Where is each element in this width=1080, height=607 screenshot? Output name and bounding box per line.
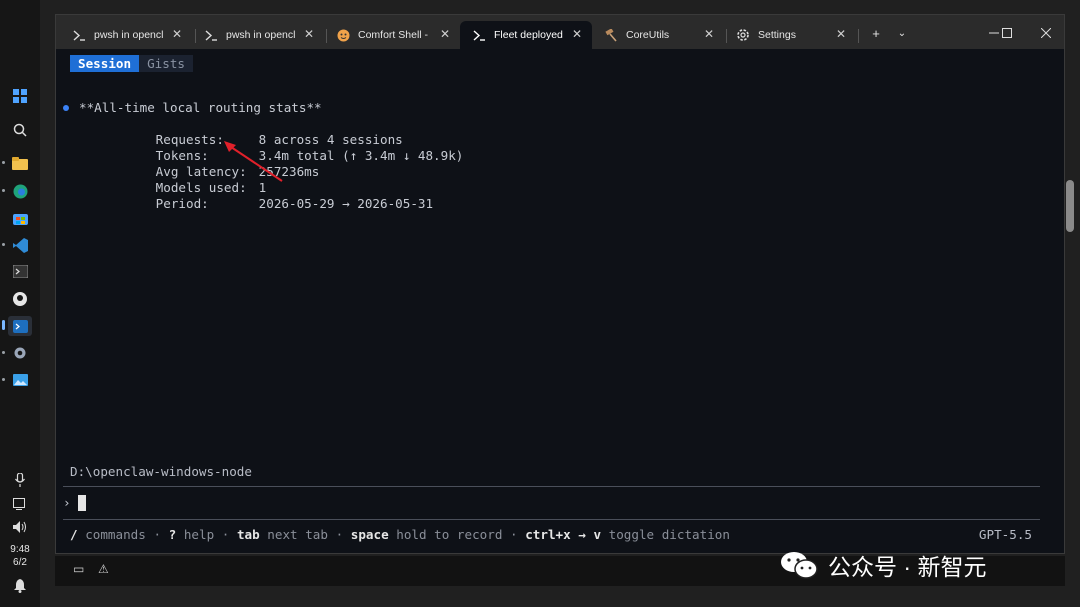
divider xyxy=(63,519,1040,520)
watermark-text: 公众号 · 新智元 xyxy=(828,554,987,580)
terminal-window: pwsh in opencl ✕ pwsh in opencl ✕ Comfor… xyxy=(55,14,1065,554)
close-icon[interactable]: ✕ xyxy=(572,27,582,41)
tab-label: pwsh in opencl xyxy=(94,29,164,41)
close-icon[interactable]: ✕ xyxy=(440,27,450,41)
scrollbar-thumb[interactable] xyxy=(1066,180,1074,232)
display-icon[interactable] xyxy=(10,494,30,514)
gear-icon xyxy=(736,28,750,42)
close-icon[interactable]: ✕ xyxy=(304,27,314,41)
tab-pwsh-2[interactable]: pwsh in opencl ✕ xyxy=(192,21,324,49)
taskbar-running-indicator xyxy=(2,378,5,381)
stat-row-requests: Requests: 8 across 4 sessions xyxy=(95,116,403,147)
tab-settings[interactable]: Settings ✕ xyxy=(724,21,856,49)
close-icon[interactable]: ✕ xyxy=(836,27,846,41)
prompt-symbol: › xyxy=(63,495,71,510)
powershell-icon xyxy=(204,28,218,42)
keyboard-hints: / commands · ? help · tab next tab · spa… xyxy=(70,527,730,542)
taskbar-running-indicator xyxy=(2,189,5,192)
store-icon[interactable] xyxy=(10,208,30,228)
volume-icon[interactable] xyxy=(10,517,30,537)
tab-fleet-deployed[interactable]: Fleet deployed ✕ xyxy=(460,21,592,49)
taskbar-running-indicator xyxy=(2,161,5,164)
taskbar-running-indicator xyxy=(2,351,5,354)
tab-divider xyxy=(858,29,859,43)
maximize-button[interactable] xyxy=(997,23,1017,43)
search-icon[interactable] xyxy=(10,120,30,140)
panel-icon[interactable]: ▭ xyxy=(73,562,84,576)
settings-icon[interactable] xyxy=(10,343,30,363)
wechat-icon xyxy=(781,552,818,579)
microphone-icon[interactable] xyxy=(10,470,30,490)
clock-date[interactable]: 6/2 xyxy=(0,557,40,569)
desktop: 9:48 6/2 pwsh in opencl ✕ pwsh in opencl… xyxy=(0,0,1080,607)
tab-dropdown-chevron-icon[interactable]: ⌄ xyxy=(892,23,912,43)
current-directory: D:\openclaw-windows-node xyxy=(70,464,252,479)
warning-icon[interactable]: ⚠ xyxy=(98,562,109,576)
session-mode-tab[interactable]: Session xyxy=(70,55,140,72)
tab-label: Settings xyxy=(758,29,796,41)
tab-coreutils[interactable]: CoreUtils ✕ xyxy=(592,21,724,49)
windows-icon[interactable] xyxy=(10,86,30,106)
vscode-icon[interactable] xyxy=(10,235,30,255)
terminal-active-icon[interactable] xyxy=(8,316,32,336)
divider xyxy=(63,486,1040,487)
text-cursor[interactable] xyxy=(78,495,86,511)
tab-label: Comfort Shell - xyxy=(358,29,429,41)
edge-icon[interactable] xyxy=(10,181,30,201)
photos-icon[interactable] xyxy=(10,370,30,390)
new-tab-button[interactable]: + xyxy=(866,23,886,43)
tab-label: Fleet deployed xyxy=(494,29,563,41)
taskbar-running-indicator xyxy=(2,243,5,246)
shell-icon xyxy=(336,28,350,42)
tab-bar: pwsh in opencl ✕ pwsh in opencl ✕ Comfor… xyxy=(56,15,1064,49)
powershell-icon xyxy=(72,28,86,42)
bullet-icon xyxy=(63,105,69,111)
tab-pwsh-1[interactable]: pwsh in opencl ✕ xyxy=(60,21,192,49)
watermark: 公众号 · 新智元 xyxy=(780,545,986,585)
powershell-icon xyxy=(472,28,486,42)
terminal-icon[interactable] xyxy=(10,261,30,281)
tab-comfort-shell[interactable]: Comfort Shell - ✕ xyxy=(324,21,460,49)
clock-time[interactable]: 9:48 xyxy=(0,544,40,556)
taskbar-active-indicator xyxy=(2,320,5,330)
taskbar: 9:48 6/2 xyxy=(0,0,40,607)
stat-key: Period: xyxy=(155,196,209,211)
github-icon[interactable] xyxy=(10,289,30,309)
annotation-arrow-icon xyxy=(224,141,283,182)
hammer-icon xyxy=(604,28,618,42)
close-icon[interactable]: ✕ xyxy=(704,27,714,41)
model-indicator: GPT-5.5 xyxy=(978,527,1032,542)
terminal-pane[interactable]: Session Gists **All-time local routing s… xyxy=(56,49,1064,553)
gists-mode-tab[interactable]: Gists xyxy=(139,55,193,72)
close-window-button[interactable] xyxy=(1036,23,1056,43)
notification-icon[interactable] xyxy=(10,576,30,596)
close-icon[interactable]: ✕ xyxy=(172,27,182,41)
file-explorer-icon[interactable] xyxy=(10,154,30,174)
stats-heading: **All-time local routing stats** xyxy=(79,100,322,115)
tab-label: pwsh in opencl xyxy=(226,29,296,41)
stat-value: 2026-05-29 → 2026-05-31 xyxy=(258,196,434,211)
tab-label: CoreUtils xyxy=(626,29,670,41)
mode-switcher: Session Gists xyxy=(70,55,193,72)
